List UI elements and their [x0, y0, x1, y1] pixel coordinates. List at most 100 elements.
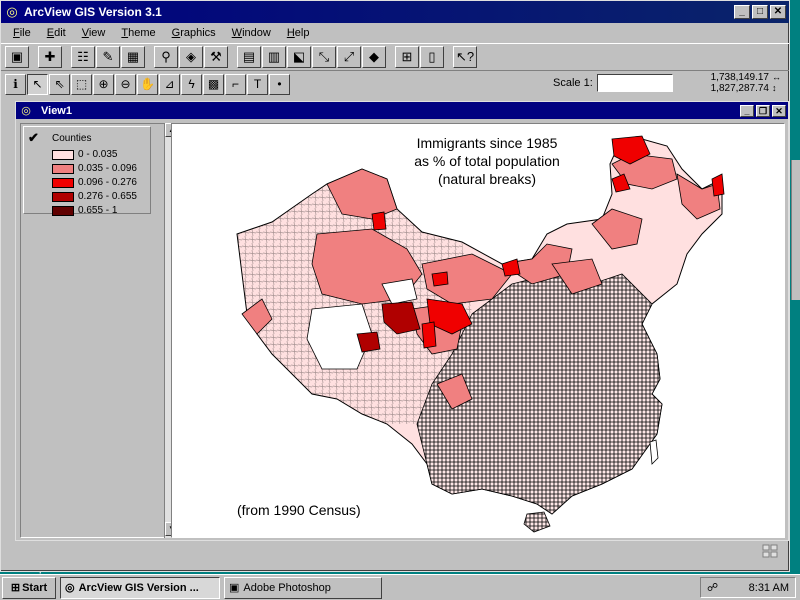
app-titlebar[interactable]: ◎ ArcView GIS Version 3.1 _ □ ✕ — [1, 1, 789, 23]
zoom-to-full-extent-button[interactable]: ▤ — [237, 46, 261, 68]
zoom-out-tool[interactable]: ⊖ — [115, 73, 136, 95]
map-source-note[interactable]: (from 1990 Census) — [237, 502, 361, 518]
pointer-tool[interactable]: ↖ — [27, 73, 48, 95]
pan-tool[interactable]: ✋ — [137, 73, 158, 95]
zoom-to-active-themes-button[interactable]: ▥ — [262, 46, 286, 68]
locate-address-button[interactable]: ◈ — [179, 46, 203, 68]
map-title[interactable]: Immigrants since 1985 as % of total popu… — [392, 134, 582, 188]
theme-visibility-checkbox[interactable]: ✔ — [28, 130, 39, 146]
map-display[interactable]: Immigrants since 1985 as % of total popu… — [171, 123, 785, 538]
add-theme-icon: ✚ — [44, 49, 56, 64]
view-globe-icon: ◎ — [21, 104, 31, 117]
legend-class: 0.035 - 0.096 — [52, 162, 137, 175]
draw-point-tool[interactable]: • — [269, 73, 290, 95]
lightning-icon: ϟ — [188, 77, 195, 91]
legend-swatch — [52, 149, 74, 160]
open-theme-table-button[interactable]: ▦ — [121, 46, 145, 68]
menu-file[interactable]: File — [5, 27, 39, 39]
arrow-pointer-icon: ↖ — [32, 77, 43, 91]
text-tool[interactable]: T — [247, 73, 268, 95]
legend-class-label: 0.035 - 0.096 — [78, 163, 137, 174]
select-graphic-icon: ⊞ — [401, 49, 413, 64]
menu-help[interactable]: Help — [279, 27, 318, 39]
menu-graphics[interactable]: Graphics — [164, 27, 224, 39]
save-project-button[interactable]: ▣ — [5, 46, 29, 68]
legend-swatch — [52, 177, 74, 188]
view-restore-button[interactable]: ❐ — [756, 104, 770, 117]
theme-properties-button[interactable]: ☷ — [71, 46, 95, 68]
area-of-interest-tool[interactable]: ▩ — [203, 73, 224, 95]
arcview-globe-icon: ◎ — [6, 4, 18, 19]
start-label: Start — [22, 581, 48, 594]
help-button[interactable]: ↖? — [453, 46, 477, 68]
minimize-button[interactable]: _ — [734, 5, 750, 19]
map-title-line: as % of total population — [414, 153, 560, 169]
zoom-out-arrows-icon: ⤢ — [343, 49, 355, 64]
zoom-to-selected-button[interactable]: ⬕ — [287, 46, 311, 68]
find-button[interactable]: ⚲ — [154, 46, 178, 68]
taskbar-item-label: ArcView GIS Version ... — [78, 581, 199, 594]
menu-view[interactable]: View — [74, 27, 114, 39]
magnifier-plus-icon: ⊕ — [98, 77, 109, 91]
maximize-button[interactable]: □ — [752, 5, 768, 19]
zoom-in-tool[interactable]: ⊕ — [93, 73, 114, 95]
legend-class: 0.276 - 0.655 — [52, 190, 137, 203]
theme-legend-counties[interactable]: ✔ Counties 0 - 0.035 0.035 - 0.096 0.096… — [23, 126, 151, 217]
view-titlebar[interactable]: ◎ View1 _ ❐ ✕ — [16, 102, 788, 119]
select-feature-icon: ⬚ — [75, 77, 88, 91]
point-icon: • — [277, 77, 282, 91]
legend-class-label: 0.096 - 0.276 — [78, 177, 137, 188]
theme-properties-icon: ☷ — [77, 49, 89, 64]
floppy-disk-icon: ▣ — [10, 49, 24, 64]
app-title: ArcView GIS Version 3.1 — [24, 5, 162, 19]
measure-tool[interactable]: ⊿ — [159, 73, 180, 95]
zoom-in-button[interactable]: ⤡ — [312, 46, 336, 68]
select-features-graphic-button[interactable]: ⊞ — [395, 46, 419, 68]
ruler-icon: ⊿ — [164, 77, 175, 91]
menu-edit[interactable]: Edit — [39, 27, 74, 39]
taskbar-item-photoshop[interactable]: ▣ Adobe Photoshop — [224, 576, 382, 599]
hotlink-tool[interactable]: ϟ — [181, 73, 202, 95]
clear-selection-icon: ▯ — [428, 49, 436, 64]
arcview-window: ◎ ArcView GIS Version 3.1 _ □ ✕ File Edi… — [0, 0, 790, 572]
clock[interactable]: 8:31 AM — [749, 582, 789, 594]
view-minimize-button[interactable]: _ — [740, 104, 754, 117]
label-icon: ⌐ — [231, 77, 239, 91]
tool-bar: ℹ ↖ ⇖ ⬚ ⊕ ⊖ ✋ ⊿ ϟ ▩ ⌐ T • Scale 1: 1,738… — [1, 71, 789, 97]
select-feature-tool[interactable]: ⬚ — [71, 73, 92, 95]
legend-class-label: 0.655 - 1 — [78, 205, 118, 216]
photoshop-icon: ▣ — [229, 582, 240, 594]
tray-network-icon[interactable]: ☍ — [707, 581, 718, 594]
help-pointer-icon: ↖? — [455, 49, 475, 64]
resize-grip-icon[interactable] — [761, 543, 779, 559]
query-builder-button[interactable]: ⚒ — [204, 46, 228, 68]
zoom-out-button[interactable]: ⤢ — [337, 46, 361, 68]
menu-bar: File Edit View Theme Graphics Window Hel… — [1, 23, 789, 43]
label-tool[interactable]: ⌐ — [225, 73, 246, 95]
map-title-line: (natural breaks) — [437, 171, 537, 187]
menu-window[interactable]: Window — [224, 27, 279, 39]
view-close-button[interactable]: ✕ — [772, 104, 786, 117]
start-button[interactable]: ⊞ Start — [2, 576, 56, 599]
scale-input[interactable] — [597, 74, 673, 92]
clear-selected-button[interactable]: ▯ — [420, 46, 444, 68]
taskbar-item-arcview[interactable]: ◎ ArcView GIS Version ... — [60, 576, 220, 599]
table-of-contents: ✔ Counties 0 - 0.035 0.035 - 0.096 0.096… — [20, 123, 165, 538]
add-theme-button[interactable]: ✚ — [38, 46, 62, 68]
vertex-edit-tool[interactable]: ⇖ — [49, 73, 70, 95]
view-window: ◎ View1 _ ❐ ✕ ✔ Counties 0 - 0.035 0.035… — [15, 101, 789, 541]
identify-tool[interactable]: ℹ — [5, 73, 26, 95]
edit-legend-button[interactable]: ✎ — [96, 46, 120, 68]
zoom-selected-icon: ⬕ — [292, 49, 306, 64]
windows-logo-icon: ⊞ — [10, 582, 21, 594]
zoom-previous-button[interactable]: ◆ — [362, 46, 386, 68]
theme-name: Counties — [52, 133, 92, 144]
legend-class: 0 - 0.035 — [52, 148, 117, 161]
menu-theme[interactable]: Theme — [113, 27, 163, 39]
legend-class: 0.655 - 1 — [52, 204, 117, 217]
close-button[interactable]: ✕ — [770, 5, 786, 19]
full-extent-icon: ▤ — [242, 49, 256, 64]
legend-class-label: 0 - 0.035 — [78, 149, 118, 160]
binoculars-icon: ⚲ — [161, 49, 171, 64]
info-icon: ℹ — [13, 77, 18, 91]
